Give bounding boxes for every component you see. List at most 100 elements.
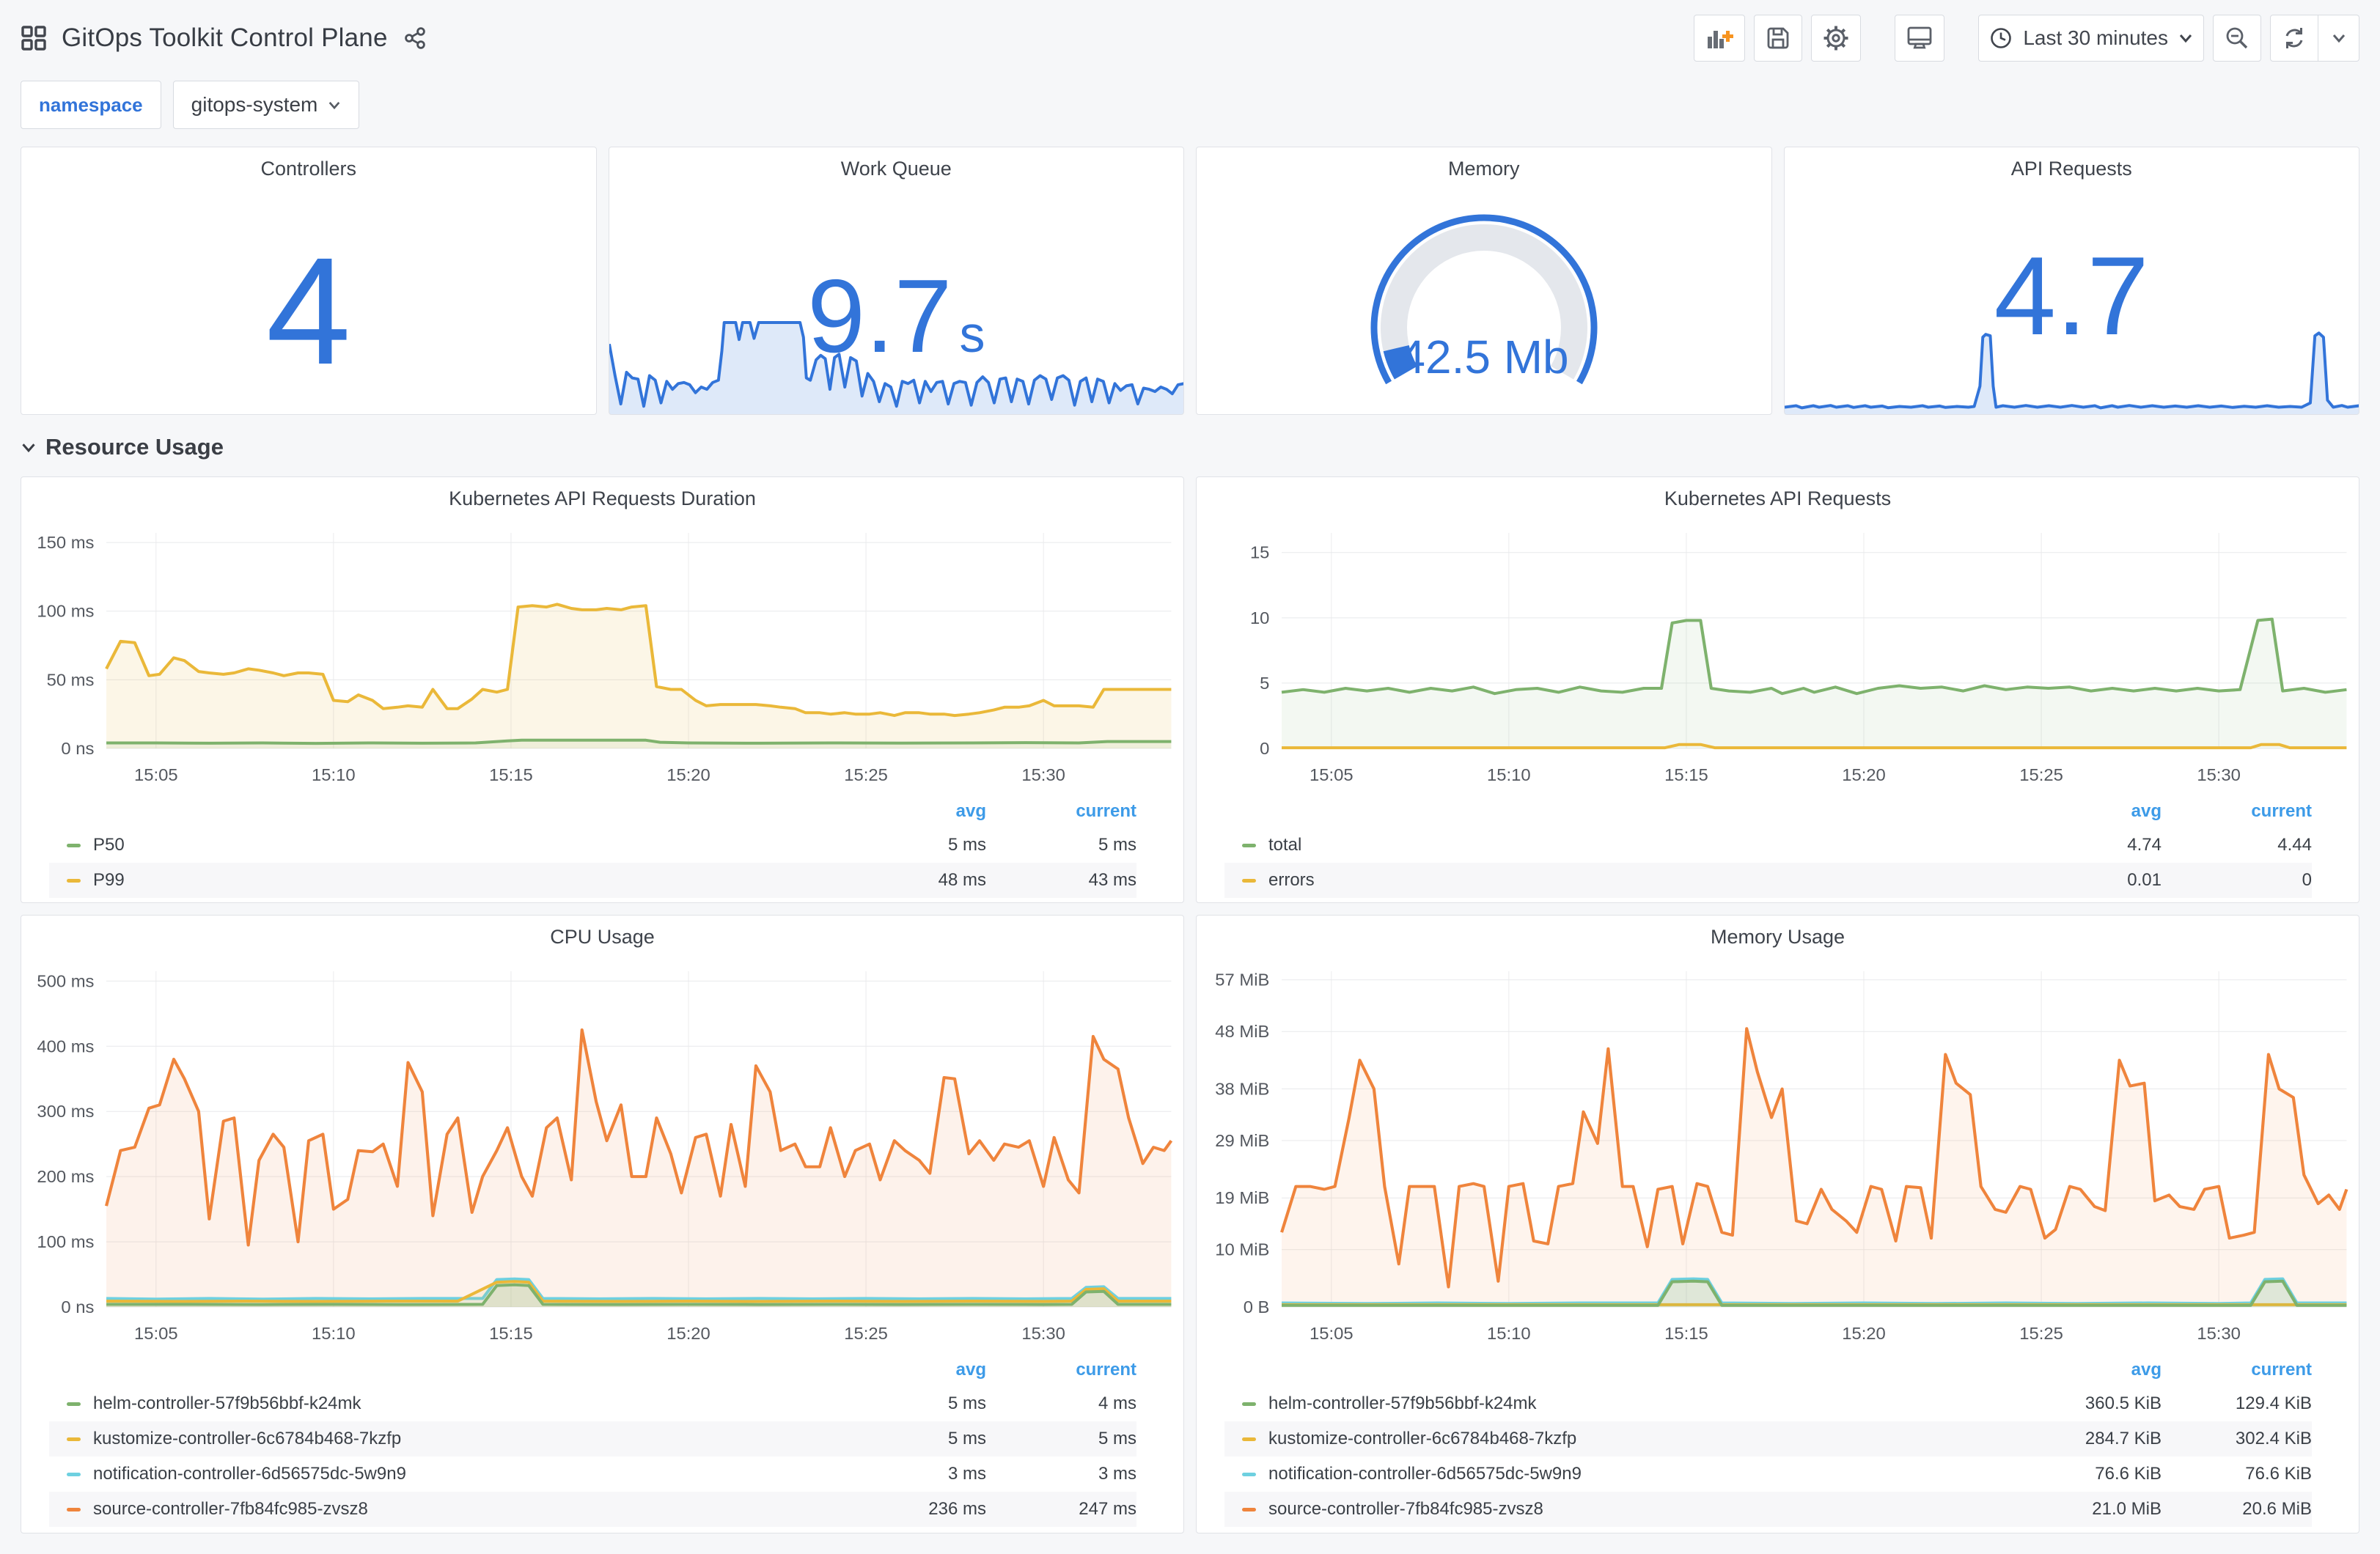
series-color-swatch — [1242, 843, 1256, 847]
series-color-swatch — [67, 1437, 81, 1441]
legend-sort-current[interactable]: current — [986, 1360, 1136, 1380]
legend-row[interactable]: notification-controller-6d56575dc-5w9n9 3… — [49, 1457, 1136, 1492]
refresh-button[interactable] — [2270, 15, 2318, 62]
series-avg-value: 21.0 MiB — [2092, 1499, 2162, 1519]
series-avg-value: 284.7 KiB — [2085, 1429, 2162, 1448]
api-requests-duration-chart[interactable]: 15:05 15:10 15:15 15:20 15:25 15:30 0 ns 50 ms 1… — [21, 520, 1183, 795]
series-color-swatch — [1242, 878, 1256, 883]
svg-text:15:15: 15:15 — [489, 1324, 533, 1343]
svg-text:15:25: 15:25 — [2019, 1324, 2063, 1343]
legend-sort-avg[interactable]: avg — [862, 1360, 986, 1380]
gauge-chart: 42.5 Mb — [1370, 214, 1598, 385]
dashboard-grid-icon[interactable] — [21, 25, 47, 51]
legend-row[interactable]: helm-controller-57f9b56bbf-k24mk 360.5 Ki… — [1224, 1386, 2312, 1421]
legend-header: avg current — [49, 1354, 1136, 1386]
svg-text:48 MiB: 48 MiB — [1215, 1023, 1269, 1042]
svg-text:0 ns: 0 ns — [61, 739, 94, 758]
row-title: Resource Usage — [45, 434, 224, 460]
svg-text:15:30: 15:30 — [2197, 1324, 2241, 1343]
monitor-icon — [1907, 26, 1932, 49]
time-picker-button[interactable]: Last 30 minutes — [1978, 15, 2204, 62]
kubernetes-api-requests-chart[interactable]: 15:05 15:10 15:15 15:20 15:25 15:30 0 5 10 15 — [1197, 520, 2359, 795]
series-color-swatch — [67, 1472, 81, 1476]
svg-text:300 ms: 300 ms — [37, 1102, 94, 1122]
series-current-value: 43 ms — [1088, 870, 1136, 890]
series-current-value: 4.44 — [2277, 835, 2312, 855]
svg-text:15:05: 15:05 — [134, 1324, 178, 1343]
panel-work-queue: Work Queue 9.7 s — [608, 147, 1184, 415]
panel-title[interactable]: CPU Usage — [21, 916, 1183, 958]
legend-row[interactable]: kustomize-controller-6c6784b468-7kzfp 284… — [1224, 1421, 2312, 1457]
legend-sort-avg[interactable]: avg — [862, 801, 986, 822]
svg-text:15:20: 15:20 — [666, 765, 710, 784]
legend-row[interactable]: helm-controller-57f9b56bbf-k24mk 5 ms 4 ms — [49, 1386, 1136, 1421]
stat-value: 4.7 — [1994, 234, 2149, 359]
series-label: errors — [1268, 870, 1315, 890]
panel-title[interactable]: Kubernetes API Requests — [1197, 477, 2359, 520]
cpu-usage-chart[interactable]: 15:05 15:10 15:15 15:20 15:25 15:30 0 ns 100 ms… — [21, 958, 1183, 1354]
series-color-swatch — [1242, 1402, 1256, 1406]
legend-sort-current[interactable]: current — [986, 801, 1136, 822]
panel-title[interactable]: Memory — [1197, 147, 1771, 190]
memory-gauge: 42.5 Mb — [1197, 187, 1771, 407]
dashboard-settings-button[interactable] — [1811, 15, 1862, 62]
panel-kubernetes-api-requests: Kubernetes API Requests 15:05 15:10 15:15 1… — [1196, 476, 2359, 903]
legend-sort-current[interactable]: current — [2162, 1360, 2312, 1380]
add-panel-button[interactable] — [1694, 15, 1746, 62]
cycle-view-button[interactable] — [1895, 15, 1945, 62]
legend-row[interactable]: P50 5 ms 5 ms — [49, 828, 1136, 863]
svg-text:400 ms: 400 ms — [37, 1037, 94, 1056]
series-label: notification-controller-6d56575dc-5w9n9 — [1268, 1464, 1582, 1484]
series-label: source-controller-7fb84fc985-zvsz8 — [93, 1499, 368, 1519]
series-label: helm-controller-57f9b56bbf-k24mk — [93, 1393, 361, 1413]
memory-usage-chart[interactable]: 15:05 15:10 15:15 15:20 15:25 15:30 0 B 10 MiB 1… — [1197, 958, 2359, 1354]
svg-text:29 MiB: 29 MiB — [1215, 1131, 1269, 1150]
share-icon[interactable] — [403, 26, 427, 51]
panel-title[interactable]: Memory Usage — [1197, 916, 2359, 958]
clock-icon — [1991, 28, 2012, 48]
legend-row[interactable]: notification-controller-6d56575dc-5w9n9 7… — [1224, 1457, 2312, 1492]
series-avg-value: 48 ms — [938, 870, 986, 890]
svg-text:100 ms: 100 ms — [37, 1232, 94, 1251]
legend-header: avg current — [1224, 1354, 2312, 1386]
legend-row[interactable]: kustomize-controller-6c6784b468-7kzfp 5 m… — [49, 1421, 1136, 1457]
svg-text:10: 10 — [1250, 608, 1270, 627]
svg-text:50 ms: 50 ms — [47, 671, 95, 690]
series-current-value: 4 ms — [1098, 1393, 1136, 1413]
legend-row[interactable]: errors 0.01 0 — [1224, 863, 2312, 898]
chevron-down-icon — [329, 101, 340, 109]
refresh-button-group — [2270, 15, 2359, 62]
series-color-swatch — [67, 1507, 81, 1511]
series-label: kustomize-controller-6c6784b468-7kzfp — [93, 1429, 402, 1448]
panel-title[interactable]: API Requests — [1785, 147, 2359, 190]
row-resource-usage[interactable]: Resource Usage — [21, 431, 2359, 463]
save-dashboard-button[interactable] — [1754, 15, 1803, 62]
gear-icon — [1823, 26, 1848, 51]
chevron-down-icon — [2179, 34, 2192, 43]
zoom-out-button[interactable] — [2213, 15, 2261, 62]
svg-text:15:05: 15:05 — [134, 765, 178, 784]
series-label: P99 — [93, 870, 125, 890]
legend-row[interactable]: total 4.74 4.44 — [1224, 828, 2312, 863]
chevron-down-icon — [22, 443, 35, 452]
legend-row[interactable]: source-controller-7fb84fc985-zvsz8 236 ms… — [49, 1492, 1136, 1527]
panel-title[interactable]: Kubernetes API Requests Duration — [21, 477, 1183, 520]
template-variables-row: namespace gitops-system — [21, 81, 2359, 129]
legend-sort-avg[interactable]: avg — [2037, 801, 2162, 822]
refresh-interval-button[interactable] — [2318, 15, 2359, 62]
floppy-icon — [1767, 27, 1789, 49]
series-avg-value: 360.5 KiB — [2085, 1393, 2162, 1413]
legend-sort-current[interactable]: current — [2162, 801, 2312, 822]
series-current-value: 247 ms — [1079, 1499, 1136, 1519]
charts-row-bottom: CPU Usage 15:05 15:10 15:15 15:20 15:25 15:30… — [21, 915, 2359, 1533]
panel-title[interactable]: Controllers — [21, 147, 596, 190]
svg-text:15:10: 15:10 — [312, 1324, 356, 1343]
legend-sort-avg[interactable]: avg — [2037, 1360, 2162, 1380]
legend-row[interactable]: source-controller-7fb84fc985-zvsz8 21.0 M… — [1224, 1492, 2312, 1527]
panel-controllers: Controllers 4 — [21, 147, 597, 415]
legend-row[interactable]: P99 48 ms 43 ms — [49, 863, 1136, 898]
dashboard-toolbar: Last 30 minutes — [1694, 15, 2359, 62]
series-current-value: 3 ms — [1098, 1464, 1136, 1484]
namespace-variable-select[interactable]: gitops-system — [172, 81, 360, 129]
panel-title[interactable]: Work Queue — [609, 147, 1184, 190]
